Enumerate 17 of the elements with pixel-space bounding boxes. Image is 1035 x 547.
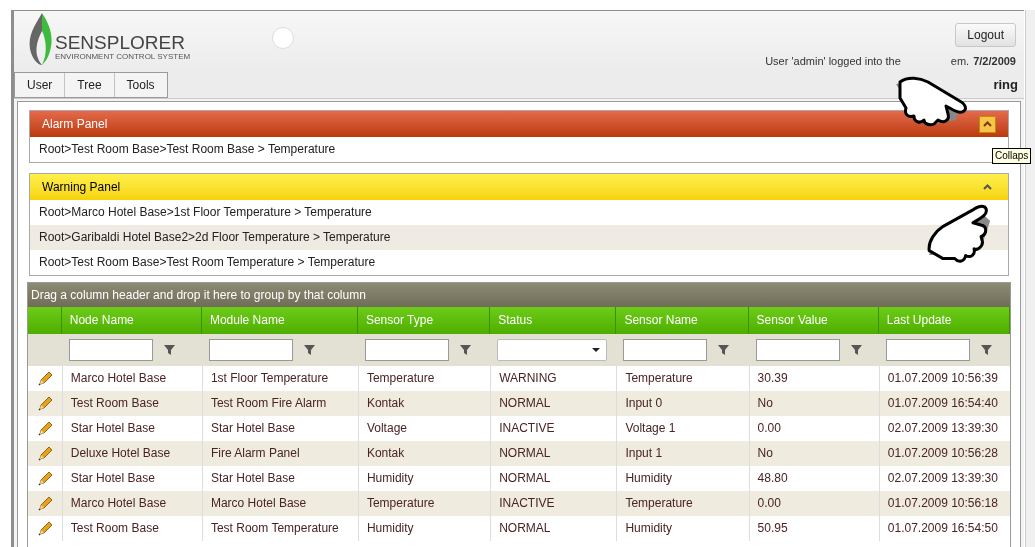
logo-subtitle: ENVIRONMENT CONTROL SYSTEM: [55, 52, 191, 62]
group-by-bar: Drag a column header and drop it here to group by that column: [28, 283, 1010, 307]
table-cell: NORMAL: [490, 516, 617, 541]
table-cell: Humidity: [357, 516, 491, 541]
tooltip: Collaps: [992, 148, 1032, 164]
login-status-text: em.: [950, 54, 970, 69]
table-cell: Humidity: [616, 516, 749, 541]
table-cell: 01.07.2009 16:54:50: [878, 516, 1010, 541]
table-cell: Test Room Temperature: [201, 516, 358, 541]
logo-title: SENSPLORER: [55, 34, 186, 52]
page-title: ring: [993, 75, 1019, 94]
panel-title: Warning Panel: [42, 179, 121, 196]
table-cell: Test Room Base: [61, 516, 202, 541]
login-status-text: User 'admin' logged into the: [765, 54, 901, 69]
login-date: 7/2/2009: [973, 54, 1016, 69]
panel-title: Alarm Panel: [42, 116, 108, 133]
table-cell: 50.95: [748, 516, 879, 541]
